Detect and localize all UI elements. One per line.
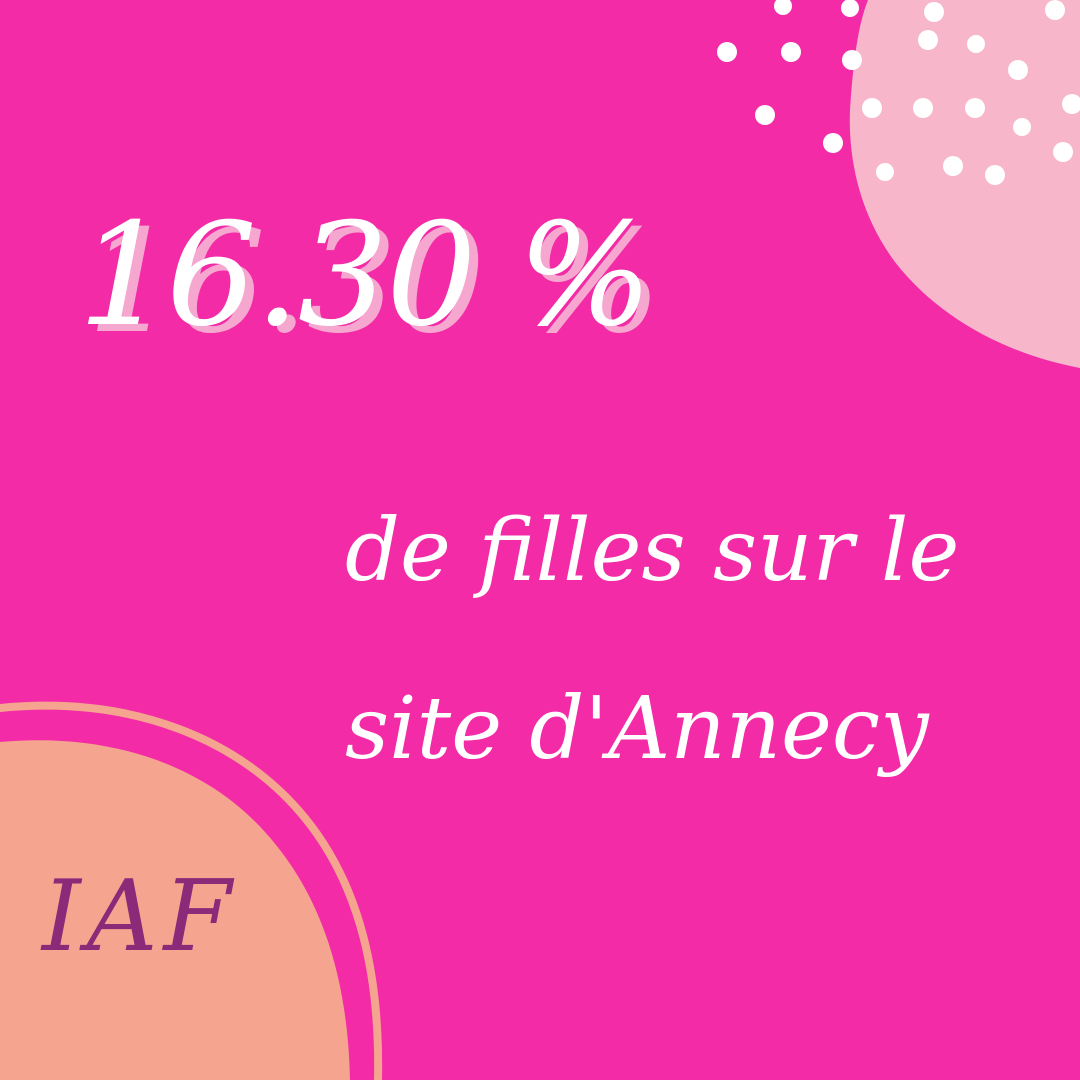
- pink-blob: [849, 0, 1080, 368]
- iaf-logo-text: IAF: [42, 860, 238, 974]
- stat-percentage: 16.30 %: [78, 193, 653, 358]
- stat-caption: de filles sur le site d'Annecy: [345, 462, 1065, 818]
- caption-line-1: de filles sur le: [345, 501, 960, 601]
- post-canvas: 16.30 % de filles sur le site d'Annecy I…: [0, 0, 1080, 1080]
- caption-line-2: site d'Annecy: [345, 679, 929, 779]
